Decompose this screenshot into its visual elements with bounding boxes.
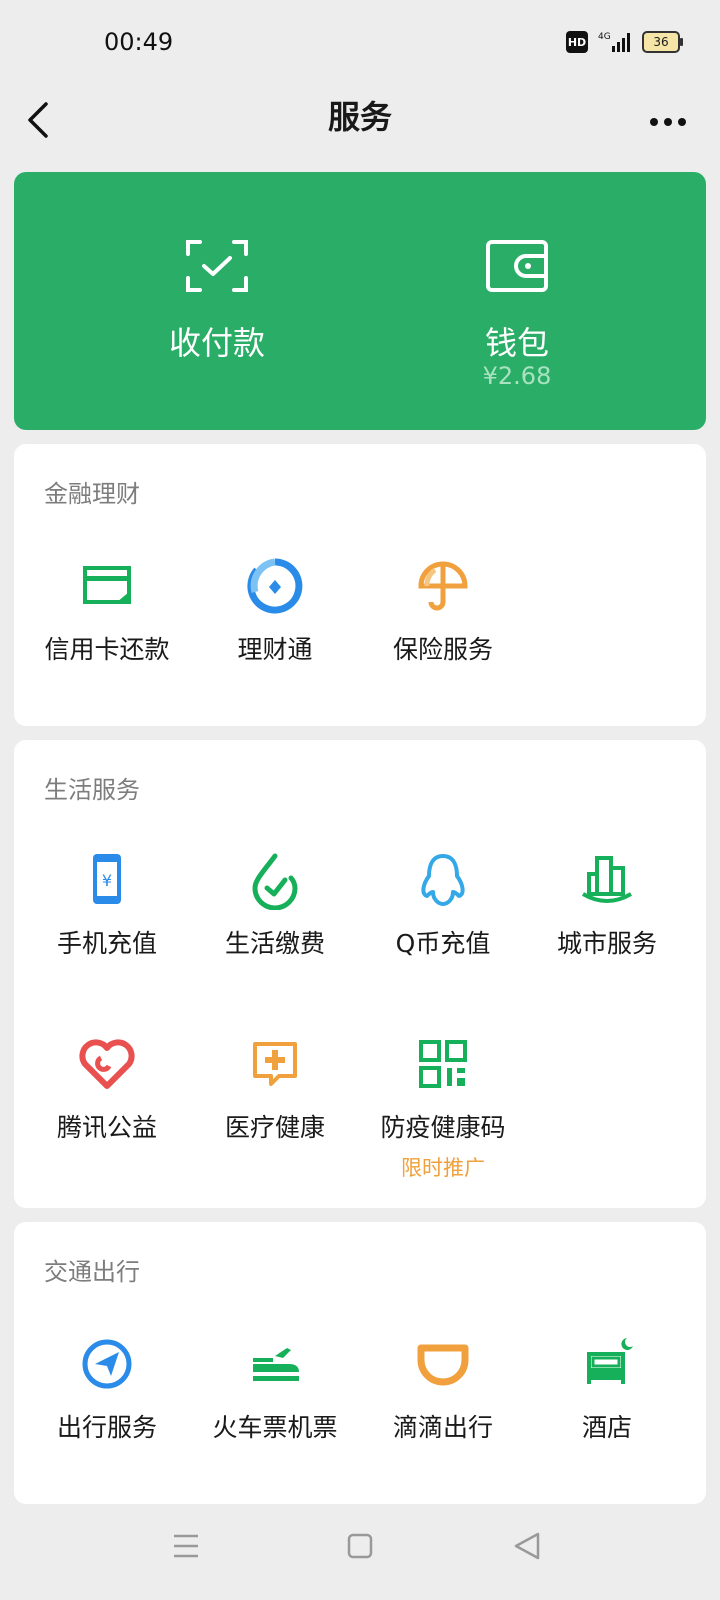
page-title: 服务 (327, 98, 392, 136)
insurance-button[interactable]: 保险服务 (358, 556, 528, 666)
train-plane-button[interactable]: 火车票机票 (190, 1334, 360, 1444)
city-service-label: 城市服务 (556, 929, 657, 958)
qq-penguin-icon (421, 854, 465, 906)
hd-icon: HD (566, 31, 588, 53)
phone-topup-button[interactable]: ¥ 手机充值 (22, 850, 192, 960)
signal-icon: 4G (598, 32, 630, 52)
wallet-balance: ¥2.68 (482, 362, 552, 390)
status-icons: HD 4G 36 (566, 30, 683, 54)
q-coin-button[interactable]: Q币充值 (358, 850, 528, 960)
credit-card-repay-label: 信用卡还款 (44, 635, 170, 664)
health-code-button[interactable]: 防疫健康码 限时推广 (358, 1034, 528, 1182)
city-service-button[interactable]: 城市服务 (522, 850, 692, 960)
phone-topup-label: 手机充值 (56, 929, 157, 958)
wealth-label: 理财通 (237, 635, 313, 664)
hotel-label: 酒店 (581, 1413, 632, 1442)
train-plane-label: 火车票机票 (212, 1413, 338, 1442)
collect-pay-label: 收付款 (168, 324, 265, 362)
travel-service-button[interactable]: 出行服务 (22, 1334, 192, 1444)
health-code-label: 防疫健康码 (380, 1113, 506, 1142)
credit-card-icon (83, 566, 131, 604)
promotion-badge: 限时推广 (401, 1156, 485, 1180)
hotel-bed-icon (587, 1338, 633, 1384)
pay-card: 收付款 钱包 ¥2.68 (14, 172, 706, 430)
medical-label: 医疗健康 (224, 1113, 325, 1142)
life-section: 生活服务 ¥ 手机充值 生活缴费 Q币充值 城市服务 腾讯公益 医疗健康 防疫健… (14, 740, 706, 1208)
utility-bill-button[interactable]: 生活缴费 (190, 850, 360, 960)
nav-bar: 服务 (0, 90, 720, 170)
status-bar: 00:49 HD 4G 36 (0, 0, 720, 90)
navigation-icon (82, 1339, 132, 1389)
didi-icon (417, 1344, 469, 1386)
network-type: 4G (598, 32, 611, 42)
q-coin-label: Q币充值 (395, 929, 491, 958)
more-icon[interactable] (646, 100, 690, 144)
utility-bill-icon (252, 853, 298, 910)
finance-section-title: 金融理财 (44, 480, 140, 508)
battery-icon: 36 (642, 31, 683, 53)
qr-code-icon (419, 1040, 467, 1088)
hotel-button[interactable]: 酒店 (522, 1334, 692, 1444)
collect-pay-button[interactable]: 收付款 (44, 172, 390, 430)
charity-button[interactable]: 腾讯公益 (22, 1034, 192, 1144)
charity-label: 腾讯公益 (56, 1113, 157, 1142)
wealth-button[interactable]: 理财通 (190, 556, 360, 666)
city-icon (581, 856, 633, 903)
transport-section: 交通出行 出行服务 火车票机票 滴滴出行 酒店 (14, 1222, 706, 1504)
travel-service-label: 出行服务 (56, 1413, 157, 1442)
scan-check-icon (186, 240, 248, 292)
charity-heart-icon (79, 1039, 135, 1089)
finance-section: 金融理财 信用卡还款 理财通 保险服务 (14, 444, 706, 726)
svg-text:¥: ¥ (102, 871, 112, 890)
credit-card-repay-button[interactable]: 信用卡还款 (22, 556, 192, 666)
utility-bill-label: 生活缴费 (224, 929, 325, 958)
life-section-title: 生活服务 (44, 776, 140, 804)
wallet-icon (486, 240, 548, 292)
status-time: 00:49 (104, 28, 174, 56)
home-icon[interactable] (340, 1526, 380, 1566)
wallet-label: 钱包 (484, 324, 549, 362)
system-nav-bar (0, 1490, 720, 1600)
train-plane-icon (253, 1348, 299, 1381)
medical-icon (253, 1042, 297, 1086)
menu-icon[interactable] (166, 1526, 206, 1566)
didi-label: 滴滴出行 (392, 1413, 493, 1442)
back-nav-icon[interactable] (508, 1526, 548, 1566)
wallet-button[interactable]: 钱包 ¥2.68 (344, 172, 690, 430)
insurance-label: 保险服务 (392, 635, 493, 664)
medical-button[interactable]: 医疗健康 (190, 1034, 360, 1144)
transport-section-title: 交通出行 (44, 1258, 140, 1286)
phone-topup-icon: ¥ (93, 854, 121, 904)
didi-button[interactable]: 滴滴出行 (358, 1334, 528, 1444)
wealth-icon (247, 558, 303, 614)
umbrella-icon (418, 561, 468, 611)
